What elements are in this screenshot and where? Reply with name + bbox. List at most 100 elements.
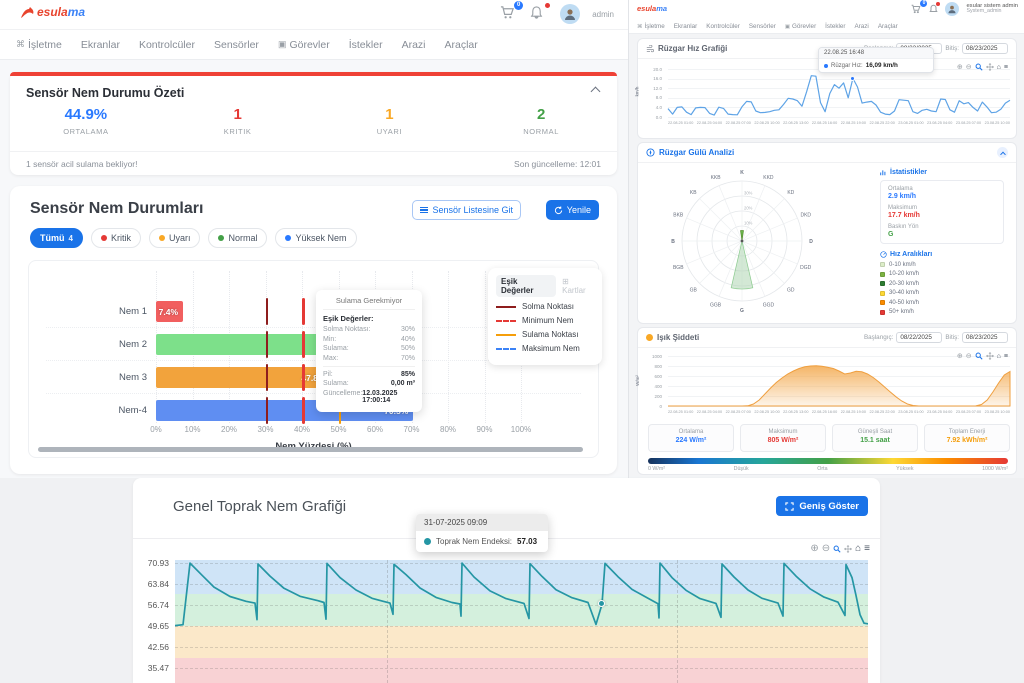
zoom-out-icon[interactable]: ⊖ <box>966 64 972 71</box>
threshold-40 <box>302 397 305 424</box>
rose-panel-title: Rüzgar Gülü Analizi <box>659 148 734 157</box>
home-icon[interactable]: ⌂ <box>997 64 1001 71</box>
logo-horse-icon <box>20 6 35 19</box>
chip-uyari[interactable]: Uyarı <box>149 228 201 248</box>
wind-end-date-input[interactable] <box>962 43 1008 54</box>
zoom-in-icon[interactable]: ⊕ <box>957 64 963 71</box>
sensor-card-title: Sensör Nem Durumları <box>30 200 203 218</box>
svg-text:DGD: DGD <box>800 265 812 271</box>
magnifier-icon[interactable] <box>833 545 841 553</box>
nav-istekler[interactable]: İstekler <box>349 39 383 51</box>
nav-isletme[interactable]: ⌘İşletme <box>16 39 62 51</box>
zoom-in-icon[interactable]: ⊕ <box>957 353 963 360</box>
main-dashboard-view: esulama 0 admin ⌘İşletme Ekranlar Kontro… <box>0 0 628 478</box>
zoom-out-icon[interactable]: ⊖ <box>966 353 972 360</box>
zoom-out-icon[interactable]: ⊖ <box>822 544 830 554</box>
magnifier-icon[interactable] <box>975 63 983 71</box>
collapse-chevron-icon[interactable] <box>591 87 601 97</box>
wind-rose-panel: Rüzgar Gülü Analizi KKKDKDDKDDDGDGDGGDGG… <box>637 142 1017 324</box>
rose-stats-column: İstatistikler Ortalama2.9 km/h Maksimum1… <box>880 169 1010 315</box>
expand-icon <box>785 502 794 511</box>
intensity-scale-bar <box>648 458 1008 464</box>
light-start-date-input[interactable] <box>896 332 942 343</box>
filter-chips: Tümü4 Kritik Uyarı Normal Yüksek Nem <box>30 228 357 248</box>
pan-icon[interactable] <box>986 63 994 71</box>
pan-icon[interactable] <box>844 545 852 553</box>
summary-title: Sensör Nem Durumu Özeti <box>26 86 184 100</box>
soil-ytick-35.47: 35.47 <box>135 663 169 673</box>
light-stat-toplam-enerji: Toplam Enerji7.92 kWh/m² <box>924 424 1010 452</box>
light-end-date-input[interactable] <box>962 332 1008 343</box>
rose-collapse-button[interactable] <box>997 147 1008 158</box>
mini-nav-ekranlar[interactable]: Ekranlar <box>674 23 697 30</box>
nav-arazi[interactable]: Arazi <box>402 39 426 51</box>
horizontal-scrollbar[interactable] <box>38 447 583 452</box>
nav-ekranlar[interactable]: Ekranlar <box>81 39 120 51</box>
legend-tab-esik[interactable]: Eşik Değerler <box>496 275 556 297</box>
max-wind-value: 17.7 km/h <box>888 212 996 219</box>
nav-kontrolculer[interactable]: Kontrolcüler <box>139 39 195 51</box>
x-tick-4: 40% <box>294 425 310 434</box>
mini-avatar[interactable] <box>945 2 959 16</box>
x-tick-6: 60% <box>367 425 383 434</box>
normal-dot-icon <box>218 235 224 241</box>
soil-moisture-panel: Genel Toprak Nem Grafiği Geniş Göster 70… <box>133 478 880 683</box>
menu-icon[interactable]: ≡ <box>1004 353 1008 360</box>
chip-kritik[interactable]: Kritik <box>91 228 141 248</box>
threshold-30 <box>266 331 269 358</box>
menu-icon[interactable]: ≡ <box>1004 64 1008 71</box>
chip-tumu[interactable]: Tümü4 <box>30 228 83 248</box>
chip-yuksek-nem[interactable]: Yüksek Nem <box>275 228 356 248</box>
compass-icon <box>646 148 655 157</box>
mini-nav-arazi[interactable]: Arazi <box>854 23 868 30</box>
expand-button[interactable]: Geniş Göster <box>776 496 868 516</box>
app-logo[interactable]: esulama <box>20 5 85 19</box>
wind-series-dot-icon <box>824 64 828 68</box>
speed-range-legend: 0-10 km/h10-20 km/h20-30 km/h30-40 km/h4… <box>880 262 1010 316</box>
x-tick-5: 50% <box>330 425 346 434</box>
soil-ytick-63.84: 63.84 <box>135 579 169 589</box>
refresh-button[interactable]: Yenile <box>546 200 599 220</box>
wind-x-axis: 22.08.25 01:0022.08.25 04:0022.08.25 07:… <box>668 121 1010 125</box>
dominant-direction-value: G <box>888 231 996 238</box>
pan-icon[interactable] <box>986 352 994 360</box>
warning-label: UYARI <box>314 127 466 136</box>
light-stat-gunesli-saat: Güneşli Saat15.1 saat <box>832 424 918 452</box>
avatar[interactable] <box>560 4 580 24</box>
home-icon[interactable]: ⌂ <box>855 544 861 554</box>
mini-nav-istekler[interactable]: İstekler <box>825 23 845 30</box>
normal-count: 2 <box>465 106 617 123</box>
nav-gorevler[interactable]: ▣Görevler <box>278 39 330 51</box>
bar-label-nem-2: Nem 2 <box>89 339 147 350</box>
mini-bell-icon[interactable] <box>929 4 938 15</box>
zoom-in-icon[interactable]: ⊕ <box>810 544 818 554</box>
mini-nav-isletme[interactable]: ⌘İşletme <box>637 23 665 30</box>
home-icon[interactable]: ⌂ <box>997 353 1001 360</box>
legend-tab-kartlar[interactable]: ⊞ Kartlar <box>562 277 594 295</box>
sensor-list-button[interactable]: Sensör Listesine Git <box>412 200 521 220</box>
mini-nav-kontrolculer[interactable]: Kontrolcüler <box>706 23 740 30</box>
mini-nav-araclar[interactable]: Araçlar <box>878 23 898 30</box>
range-item-20-30-km/h: 20-30 km/h <box>880 281 1010 287</box>
wind-icon <box>646 45 654 53</box>
menu-icon[interactable]: ≡ <box>864 544 870 554</box>
x-tick-2: 20% <box>221 425 237 434</box>
range-item-50--km/h: 50+ km/h <box>880 309 1010 315</box>
notifications-bell-icon[interactable] <box>530 5 548 23</box>
mini-nav-sensorler[interactable]: Sensörler <box>749 23 776 30</box>
mini-nav: ⌘İşletme Ekranlar Kontrolcüler Sensörler… <box>629 20 1024 34</box>
last-update-label: Son güncelleme: 12:01 <box>514 159 601 169</box>
mini-user-name: esular sistem admin System_admin <box>966 3 1018 15</box>
soil-chart-toolbar: ⊕ ⊖ ⌂≡ <box>810 544 870 554</box>
mini-logo[interactable]: esulama <box>637 4 667 13</box>
cart-icon[interactable]: 0 <box>500 5 518 23</box>
yuksek-dot-icon <box>285 235 291 241</box>
chip-normal[interactable]: Normal <box>208 228 267 248</box>
mini-cart-icon[interactable]: 0 <box>911 4 922 15</box>
mini-app-header: esulama 0 esular sistem admin System_adm… <box>629 0 1024 20</box>
bar-nem-1: 7.4% <box>156 301 183 322</box>
magnifier-icon[interactable] <box>975 352 983 360</box>
mini-nav-gorevler[interactable]: ▣Görevler <box>785 23 816 30</box>
nav-sensorler[interactable]: Sensörler <box>214 39 259 51</box>
nav-araclar[interactable]: Araçlar <box>445 39 478 51</box>
